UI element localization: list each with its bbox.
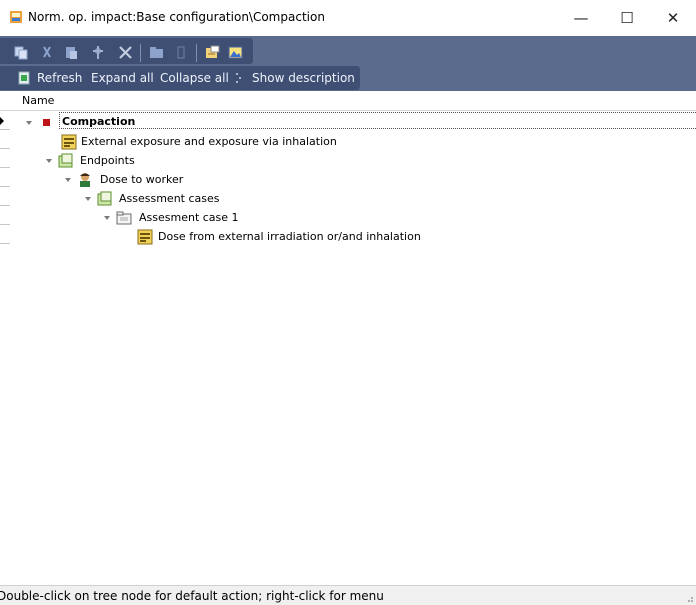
folder-grey-icon [116,211,132,225]
minimize-icon: — [573,9,589,27]
folder-green-icon [58,153,73,168]
delete-icon[interactable] [118,45,133,60]
tree-node-label: Assessment cases [119,192,220,205]
cut-icon[interactable] [40,45,55,60]
title-bar: Norm. op. impact:Base configuration\Comp… [0,0,696,36]
tree-node-compaction[interactable]: Compaction [0,114,696,132]
expand-arrow-icon[interactable] [46,159,52,163]
tree-node-endpoints[interactable]: Endpoints [0,152,696,170]
column-header-name: Name [22,94,55,107]
expand-arrow-icon[interactable] [65,178,71,182]
icon-toolbar-strip [0,38,253,64]
tree-node-label: External exposure and exposure via inhal… [81,135,337,148]
refresh-button[interactable]: Refresh [37,71,82,85]
window-title: Norm. op. impact:Base configuration\Comp… [28,10,325,24]
description-icon [236,73,241,83]
properties-icon[interactable] [205,45,220,60]
icon-toolbar [0,36,696,66]
tool-icon[interactable] [91,45,106,60]
image-icon[interactable] [228,45,243,60]
tree-node-label: Compaction [62,115,136,128]
collapse-all-button[interactable]: Collapse all [160,71,229,85]
tree-node-dose-from-external[interactable]: Dose from external irradiation or/and in… [0,228,696,246]
show-description-button[interactable]: Show description [252,71,355,85]
action-toolbar-strip: Refresh Expand all Collapse all Show des… [0,66,360,90]
worker-icon [80,173,90,187]
expand-arrow-icon[interactable] [85,197,91,201]
tree-view[interactable]: Name Compaction External exposure and ex… [0,92,696,584]
tree-node-assesment-case-1[interactable]: Assesment case 1 [0,209,696,227]
resize-grip-icon[interactable] [684,593,694,603]
tree-node-assessment-cases[interactable]: Assessment cases [0,190,696,208]
toolbar-separator [140,44,141,62]
expand-arrow-icon[interactable] [26,121,32,125]
maximize-button[interactable]: ☐ [604,0,650,36]
paste-icon[interactable] [64,45,79,60]
folder-green-icon [97,191,112,206]
toolbar-separator [196,44,197,62]
refresh-icon [18,71,30,85]
tree-node-dose-to-worker[interactable]: Dose to worker [0,171,696,189]
tree-node-external-exposure[interactable]: External exposure and exposure via inhal… [0,133,696,151]
close-icon: ✕ [666,9,680,27]
app-icon [10,11,22,23]
status-text: Double-click on tree node for default ac… [0,589,384,603]
red-square-icon [43,119,50,126]
tree-node-label: Dose to worker [100,173,184,186]
tree-node-label: Assesment case 1 [139,211,239,224]
close-button[interactable]: ✕ [650,0,696,36]
maximize-icon: ☐ [620,9,634,27]
action-toolbar: Refresh Expand all Collapse all Show des… [0,66,696,91]
expand-all-button[interactable]: Expand all [91,71,154,85]
column-header[interactable]: Name [0,92,696,111]
expand-arrow-icon[interactable] [104,216,110,220]
clipboard-icon[interactable] [174,45,189,60]
scenario-icon [61,134,77,150]
minimize-button[interactable]: — [558,0,604,36]
tree-node-label: Dose from external irradiation or/and in… [158,230,421,243]
folder-icon[interactable] [149,45,164,60]
scenario-icon [137,229,153,245]
status-bar: Double-click on tree node for default ac… [0,585,696,605]
tree-node-label: Endpoints [80,154,135,167]
copy-icon[interactable] [14,45,29,60]
